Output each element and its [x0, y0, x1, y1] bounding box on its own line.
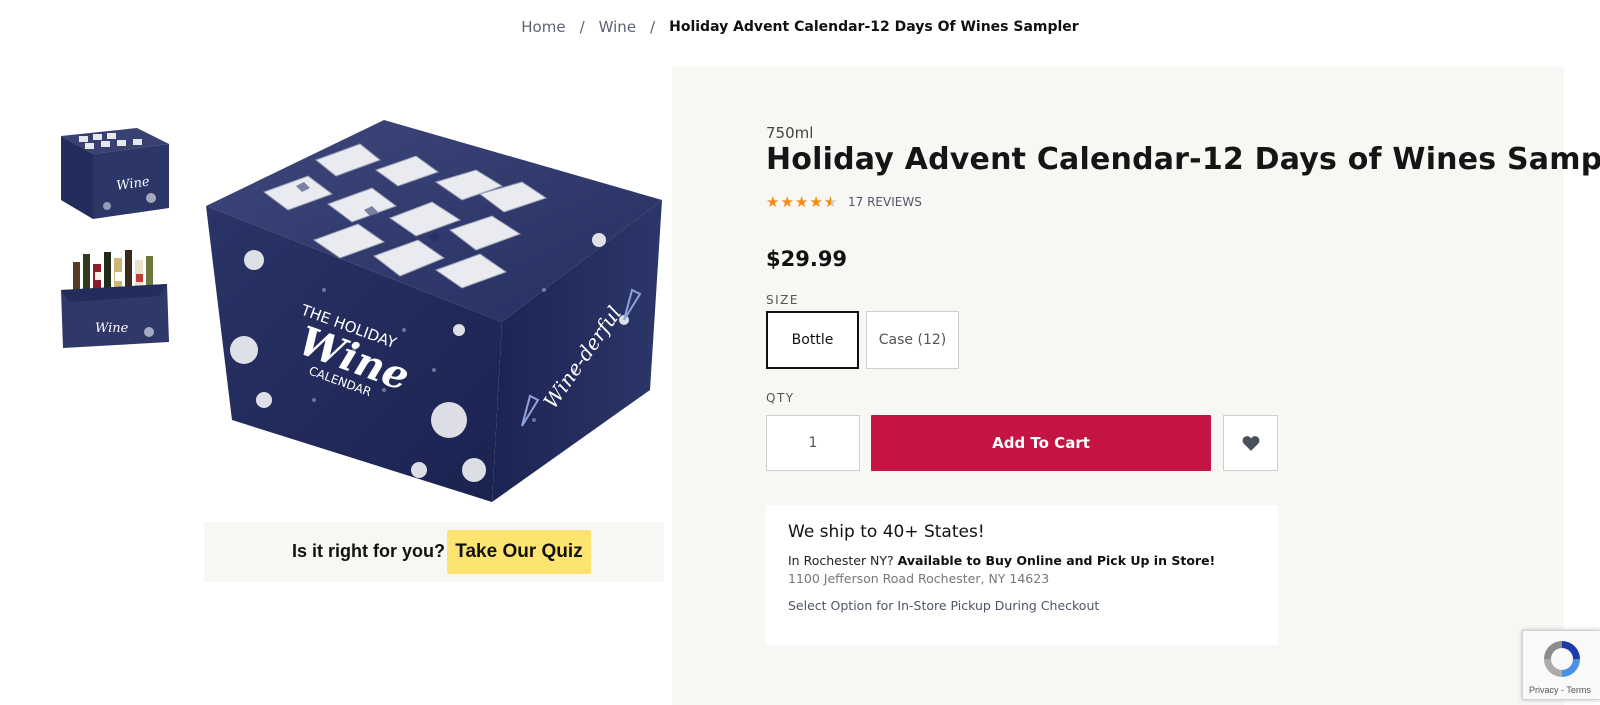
quiz-prompt: Is it right for you?: [292, 541, 445, 561]
reviews-link[interactable]: 17 REVIEWS: [848, 195, 922, 209]
svg-text:Wine: Wine: [95, 321, 129, 336]
size-label: SIZE: [766, 293, 799, 307]
heart-icon: [1242, 436, 1259, 451]
thumbnail-box-closed[interactable]: Wine: [59, 114, 171, 226]
star-full-icon: ★: [780, 194, 794, 211]
product-details-panel: 750ml Holiday Advent Calendar-12 Days of…: [672, 67, 1600, 705]
recaptcha-badge[interactable]: Privacy - Terms: [1522, 630, 1600, 700]
thumbnail-box-open[interactable]: Wine: [59, 244, 171, 356]
recaptcha-links[interactable]: Privacy - Terms: [1529, 685, 1591, 695]
product-title: Holiday Advent Calendar-12 Days of Wines…: [766, 142, 1600, 177]
breadcrumb-separator: /: [650, 17, 656, 36]
breadcrumb-home[interactable]: Home: [521, 18, 565, 36]
rating-stars: ★ ★ ★ ★ ★: [766, 193, 837, 211]
breadcrumb-wine[interactable]: Wine: [599, 18, 636, 36]
size-option-case[interactable]: Case (12): [866, 311, 959, 369]
store-address: 1100 Jefferson Road Rochester, NY 14623: [788, 571, 1050, 586]
quiz-banner: Is it right for you? Take Our Quiz: [204, 522, 664, 582]
breadcrumb-separator: /: [579, 17, 585, 36]
breadcrumb-current: Holiday Advent Calendar-12 Days Of Wines…: [669, 18, 1079, 35]
shipping-title: We ship to 40+ States!: [788, 522, 985, 542]
recaptcha-icon: [1544, 641, 1580, 677]
pickup-line: In Rochester NY? Available to Buy Online…: [788, 553, 1215, 568]
pickup-note: Select Option for In-Store Pickup During…: [788, 598, 1100, 613]
size-option-bottle[interactable]: Bottle: [766, 311, 859, 369]
star-full-icon: ★: [794, 194, 809, 211]
star-half-icon: ★: [824, 193, 837, 211]
breadcrumb: Home / Wine / Holiday Advent Calendar-12 Day…: [0, 17, 1600, 36]
take-quiz-button[interactable]: Take Our Quiz: [447, 530, 591, 574]
product-price: $29.99: [766, 247, 848, 271]
star-full-icon: ★: [809, 194, 823, 211]
pickup-line-prefix: In Rochester NY?: [788, 553, 898, 568]
wishlist-button[interactable]: [1223, 415, 1278, 471]
shipping-info-box: We ship to 40+ States! In Rochester NY? …: [766, 505, 1278, 645]
qty-label: QTY: [766, 391, 795, 405]
quantity-input[interactable]: [766, 415, 860, 471]
star-full-icon: ★: [766, 194, 780, 211]
pickup-line-highlight: Available to Buy Online and Pick Up in S…: [897, 553, 1216, 568]
add-to-cart-button[interactable]: Add To Cart: [871, 415, 1211, 471]
product-volume: 750ml: [766, 124, 814, 142]
main-product-image: THE HOLIDAY Wine CALENDAR Wine-derful: [204, 90, 664, 510]
